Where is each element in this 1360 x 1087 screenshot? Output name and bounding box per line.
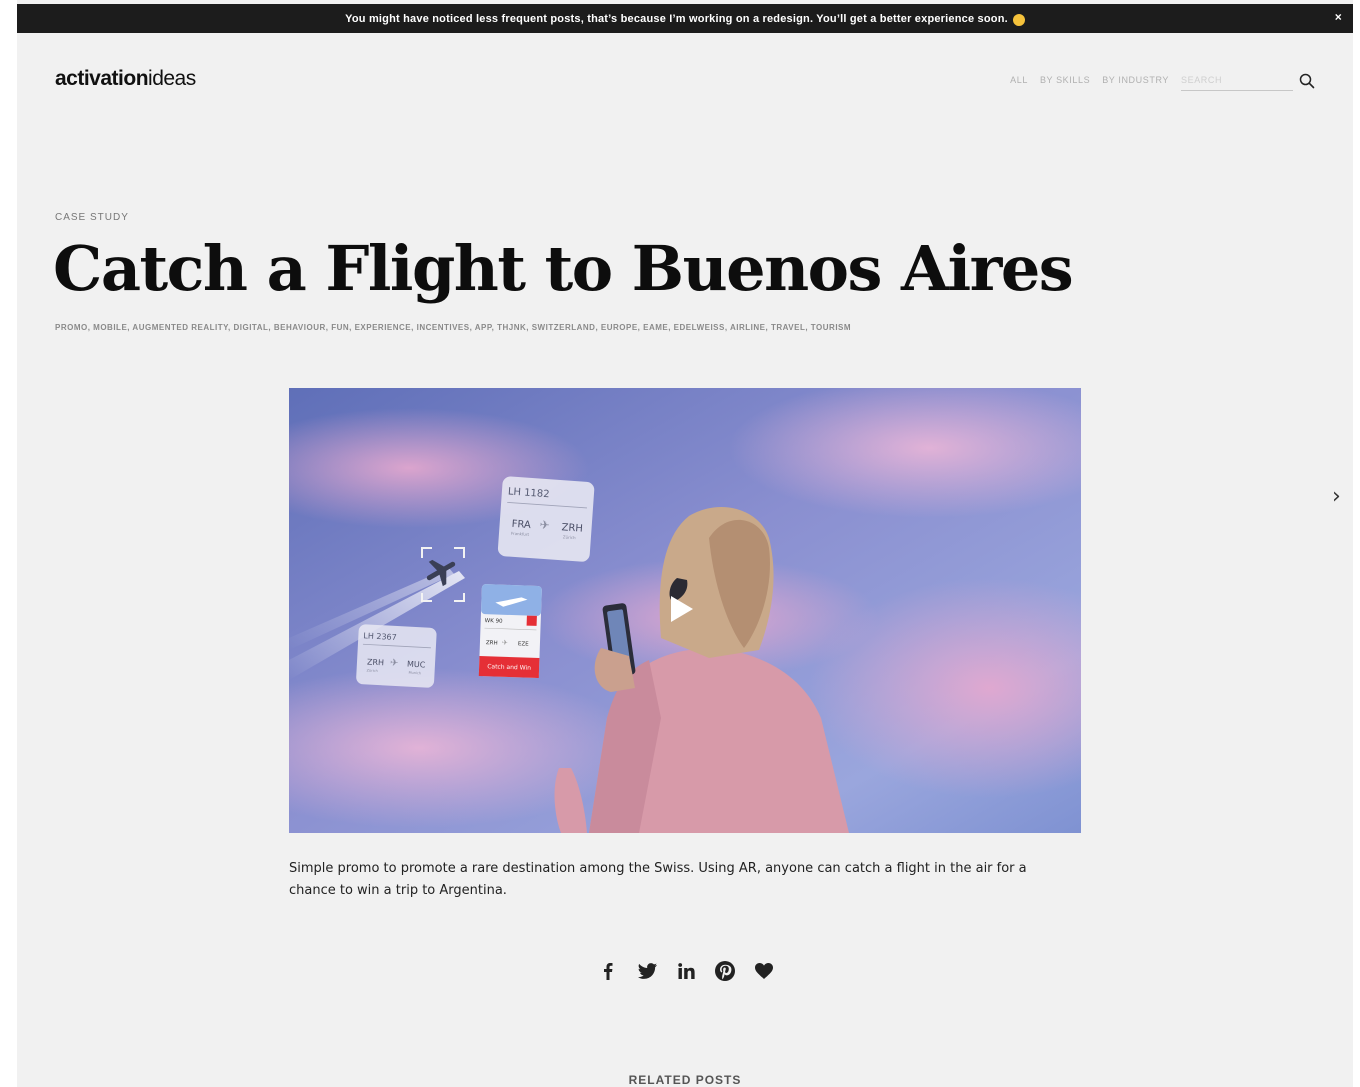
- nav-item-by-industry[interactable]: BY INDUSTRY: [1102, 75, 1169, 85]
- flight-card-lh2367: LH 2367 ZRH Zürich ✈ MUC Munich: [356, 624, 437, 688]
- banner-close-button[interactable]: ×: [1335, 10, 1342, 24]
- pinterest-icon[interactable]: [714, 960, 736, 982]
- twitter-icon[interactable]: [636, 960, 658, 982]
- nav-item-by-skills[interactable]: BY SKILLS: [1040, 75, 1090, 85]
- page: You might have noticed less frequent pos…: [17, 0, 1353, 1087]
- card1-from: FRA: [511, 519, 531, 531]
- post-kicker: CASE STUDY: [55, 212, 129, 223]
- banner-message: You might have noticed less frequent pos…: [345, 12, 1008, 25]
- card2-flight: LH 2367: [363, 631, 397, 642]
- page-title: Catch a Flight to Buenos Aires: [53, 232, 1074, 305]
- logo-light: ideas: [148, 67, 196, 90]
- nav-item-all[interactable]: ALL: [1010, 75, 1028, 85]
- card1-to: ZRH: [561, 522, 583, 534]
- next-post-arrow[interactable]: ›: [1332, 484, 1341, 509]
- search-field-wrapper: [1181, 69, 1293, 91]
- site-logo[interactable]: activationideas: [55, 67, 196, 91]
- flight-card-lh1182: LH 1182 FRA Frankfurt ✈ ZRH Zürich: [497, 476, 595, 562]
- post-tags: PROMO, MOBILE, AUGMENTED REALITY, DIGITA…: [55, 323, 852, 332]
- search-icon[interactable]: [1299, 73, 1315, 89]
- play-icon[interactable]: [671, 596, 693, 622]
- card1-to-sub: Zürich: [563, 534, 577, 540]
- heart-icon[interactable]: [753, 960, 775, 982]
- card2-from: ZRH: [367, 657, 385, 667]
- svg-text:✈: ✈: [390, 658, 399, 669]
- card2-to-sub: Munich: [408, 671, 421, 676]
- card3-from: ZRH: [486, 640, 498, 646]
- card3-to: EZE: [518, 641, 529, 647]
- flight-card-wk90: WK 90 ZRH ✈ EZE Catch and Win: [478, 584, 542, 679]
- svg-text:✈: ✈: [539, 518, 550, 533]
- post-description: Simple promo to promote a rare destinati…: [289, 861, 1027, 898]
- announcement-banner: You might have noticed less frequent pos…: [17, 4, 1353, 33]
- search-input[interactable]: [1181, 74, 1291, 85]
- share-bar: [597, 960, 792, 982]
- logo-bold: activation: [55, 67, 149, 90]
- video-player[interactable]: LH 1182 FRA Frankfurt ✈ ZRH Zürich LH 23…: [289, 388, 1081, 833]
- smiley-icon: [1012, 13, 1025, 26]
- svg-text:✈: ✈: [502, 639, 508, 647]
- linkedin-icon[interactable]: [675, 960, 697, 982]
- facebook-icon[interactable]: [597, 960, 619, 982]
- related-posts-heading: RELATED POSTS: [628, 1073, 742, 1087]
- card2-from-sub: Zürich: [366, 668, 377, 673]
- top-nav: ALL BY SKILLS BY INDUSTRY: [1010, 69, 1315, 91]
- card3-flight: WK 90: [485, 618, 503, 625]
- card2-to: MUC: [407, 660, 426, 670]
